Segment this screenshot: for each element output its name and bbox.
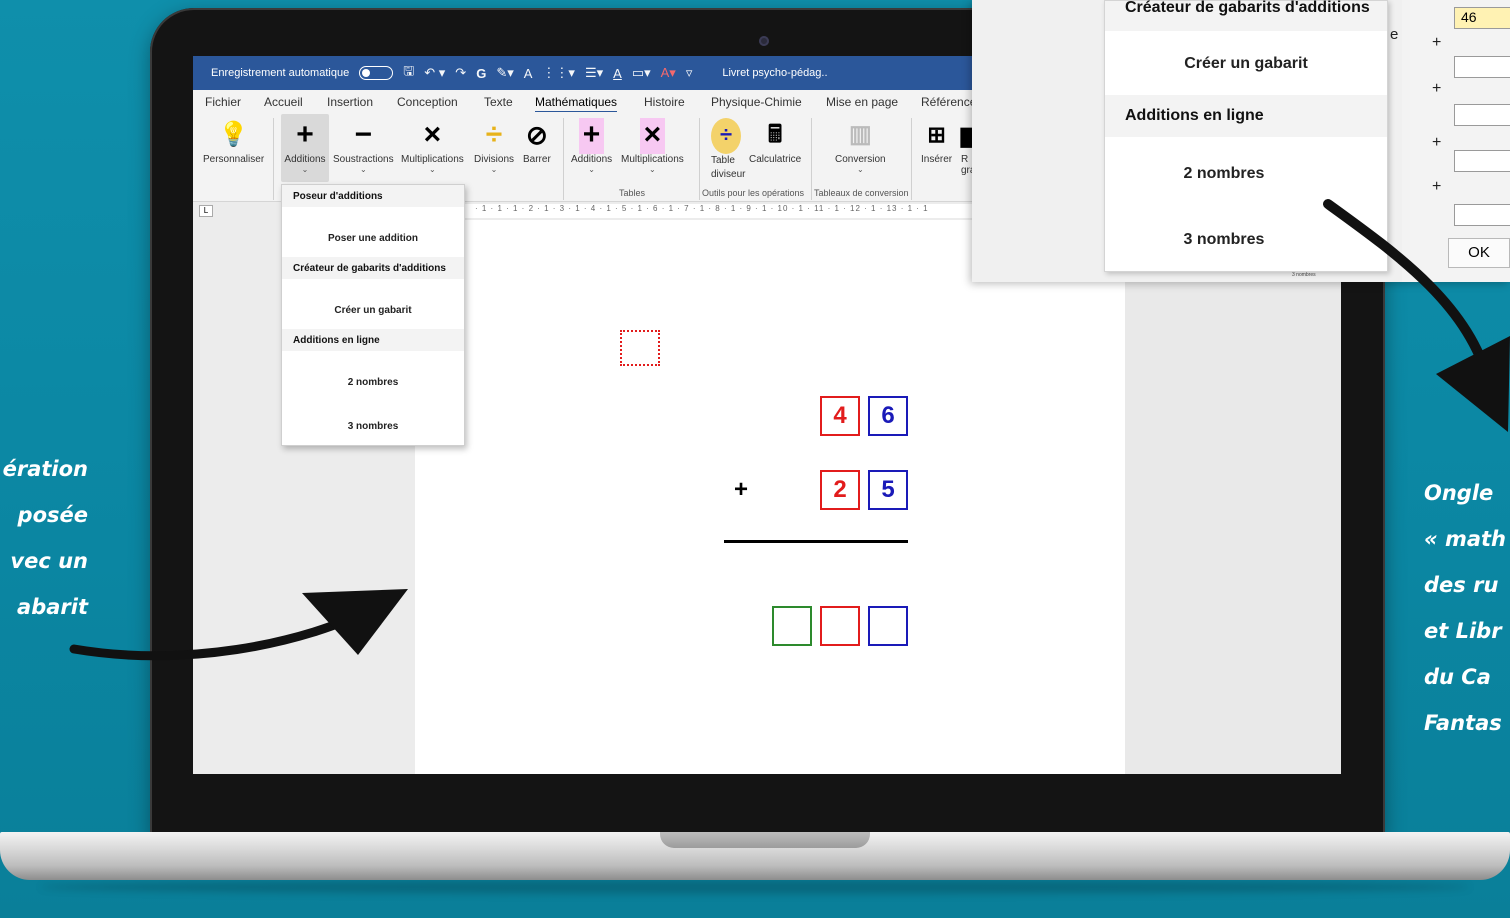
tab-insertion[interactable]: Insertion [327,95,373,109]
autosave-toggle[interactable] [359,66,394,80]
digit-cell-row1-units[interactable]: 6 [868,396,908,436]
font-color-icon[interactable]: A [613,66,622,81]
comment-icon[interactable]: ▭▾ [632,65,651,81]
deux-nombres-item[interactable]: 2 nombres [282,377,464,388]
zoom-deux-nombres-item[interactable]: 2 nombres [1083,165,1365,183]
calculator-icon: 🖩 [767,121,783,148]
plus-sign: + [734,476,749,503]
divide-icon: ÷ [485,118,503,151]
trois-nombres-item[interactable]: 3 nombres [282,421,464,432]
number-field-4[interactable] [1454,150,1510,172]
tab-histoire[interactable]: Histoire [644,95,685,109]
calculatrice-button[interactable]: 🖩 Calculatrice [749,118,801,165]
creer-gabarit-item[interactable]: Créer un gabarit [282,305,464,316]
digit-cell-row2-units[interactable]: 5 [868,470,908,510]
number-field-2[interactable] [1454,56,1510,78]
personnaliser-button[interactable]: 💡 Personnaliser [203,118,264,165]
plus-sign: + [1432,34,1442,51]
result-cell-tens[interactable] [820,606,860,646]
zoom-creer-gabarit-item[interactable]: Créer un gabarit [1105,55,1387,73]
carry-cell[interactable] [620,330,660,366]
times-icon: × [639,118,666,154]
caption-left: ération posée vec un abarit [2,457,88,619]
strike-box-icon: ⊘ [526,120,548,150]
conversion-button[interactable]: ▥ Conversion ⌄ [835,118,886,174]
zoom-ligne-header: Additions en ligne [1105,95,1387,137]
save-icon[interactable]: 🖫 [403,62,414,84]
additions-button[interactable]: + Additions ⌄ [281,114,329,182]
number-field-3[interactable] [1454,104,1510,126]
soustractions-button[interactable]: − Soustractions ⌄ [333,118,394,174]
insert-grid-icon: ⊞ [927,122,946,147]
sum-line [724,540,908,543]
tab-fichier[interactable]: Fichier [205,95,241,109]
tab-mise-en-page[interactable]: Mise en page [826,95,898,109]
webcam-icon [759,36,769,46]
barrer-button[interactable]: ⊘ Barrer [523,118,551,165]
tab-mathematiques[interactable]: Mathématiques [535,95,618,113]
table-additions-button[interactable]: + Additions ⌄ [571,118,612,174]
createur-header: Créateur de gabarits d'additions [282,257,464,279]
laptop-notch [660,832,870,848]
group-label-outils: Outils pour les opérations [702,188,805,198]
undo-icon[interactable]: ↶ ▾ [424,65,445,81]
result-cell-units[interactable] [868,606,908,646]
divide-circle-icon: ÷ [711,118,741,154]
times-icon: × [423,118,442,151]
page-margin-area [1125,220,1341,774]
tab-texte[interactable]: Texte [484,95,513,109]
group-label-tableaux: Tableaux de conversion [814,188,909,198]
plus-icon: + [296,118,314,151]
poser-addition-item[interactable]: Poser une addition [282,233,464,244]
multiplications-button[interactable]: × Multiplications ⌄ [401,118,464,174]
digit-cell-row1-tens[interactable]: 4 [820,396,860,436]
customize-qat-icon[interactable]: ▿ [686,65,693,81]
left-arrow-icon [69,589,408,661]
group-label-tables: Tables [619,188,646,198]
list-icon[interactable]: ☰▾ [585,65,603,81]
caption-right: Ongle « math des ru et Libr du Ca Fantas [1424,481,1507,735]
font-icon[interactable]: A [524,66,533,81]
digit-cell-row2-tens[interactable]: 2 [820,470,860,510]
tab-physique-chimie[interactable]: Physique-Chimie [711,95,802,109]
redo-icon[interactable]: ↷ [455,65,466,81]
right-arrow-icon [1323,199,1510,432]
plus-sign: + [1432,178,1442,195]
divisions-button[interactable]: ÷ Divisions ⌄ [474,118,514,174]
document-page: 4 6 + 2 5 [415,220,1125,774]
mini-label: 3 nombres [1292,272,1316,278]
table-diviseur-button[interactable]: ÷ Table diviseur [711,118,745,182]
number-field-1[interactable]: 46 [1454,7,1510,29]
bold-icon[interactable]: G [476,66,486,81]
plus-sign: + [1432,134,1442,151]
document-title: Livret psycho-pédag.. [722,67,828,79]
tab-conception[interactable]: Conception [397,95,458,109]
text-color-icon[interactable]: A▾ [661,65,676,81]
zoom-createur-header: Créateur de gabarits d'additions [1105,0,1387,31]
minus-icon: − [354,118,373,151]
additions-dropdown: Poseur d'additions Poser une addition Cr… [281,184,465,446]
conversion-table-icon: ▥ [848,121,872,148]
inserer-button[interactable]: ⊞ Insérer [921,118,952,165]
table-multiplications-button[interactable]: × Multiplications ⌄ [621,118,684,174]
laptop-shadow [40,880,1470,894]
poseur-header: Poseur d'additions [282,185,464,207]
plus-sign: + [1432,80,1442,97]
autosave-label: Enregistrement automatique [211,67,350,79]
tab-accueil[interactable]: Accueil [264,95,303,109]
tab-references[interactable]: Référence [921,95,976,109]
lightbulb-icon: 💡 [218,121,249,148]
ligne-header: Additions en ligne [282,329,464,351]
ruler-corner[interactable]: L [199,205,213,217]
spacing-icon[interactable]: ⋮⋮▾ [542,65,575,81]
result-cell-hundreds[interactable] [772,606,812,646]
highlight-icon[interactable]: ✎▾ [496,65,513,81]
plus-icon: + [578,118,605,154]
